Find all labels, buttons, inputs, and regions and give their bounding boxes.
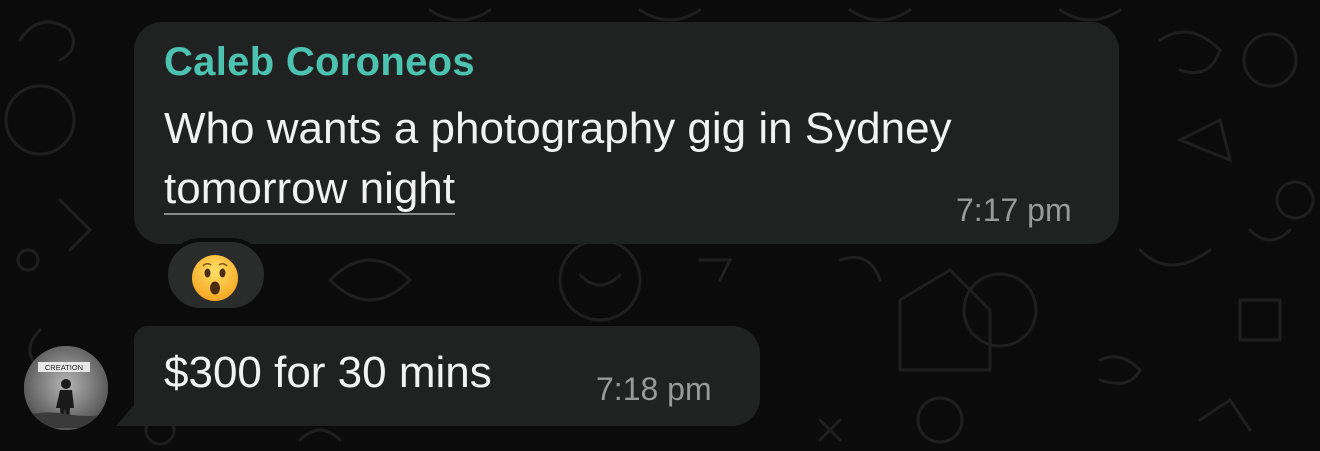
message-text-line1: Who wants a photography gig in Sydney xyxy=(164,104,952,153)
message-text-link-container: tomorrow night xyxy=(164,160,455,218)
avatar[interactable]: CREATION xyxy=(24,346,108,430)
avatar-person-photo: CREATION xyxy=(24,346,108,430)
message-text: $300 for 30 mins xyxy=(164,348,492,397)
message-timestamp: 7:18 pm xyxy=(596,371,712,407)
message-timestamp: 7:17 pm xyxy=(956,192,1072,228)
sender-name[interactable]: Caleb Coroneos xyxy=(164,40,475,85)
message-link-tomorrow-night[interactable]: tomorrow night xyxy=(164,164,455,213)
avatar-label: CREATION xyxy=(45,363,83,372)
astonished-face-icon[interactable] xyxy=(190,253,240,303)
